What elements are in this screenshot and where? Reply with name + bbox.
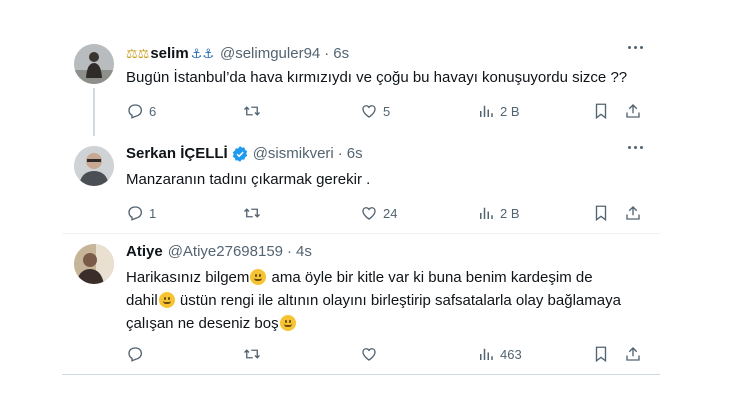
views-count: 463 xyxy=(500,346,522,362)
timestamp[interactable]: 4s xyxy=(296,242,312,262)
views-button[interactable]: 463 xyxy=(477,344,522,364)
smiley-emoji xyxy=(250,269,267,285)
timestamp[interactable]: 6s xyxy=(333,44,349,64)
text-segment: çalışan ne deseniz boş xyxy=(126,315,279,332)
bookmark-icon xyxy=(595,103,607,120)
repost-button[interactable] xyxy=(243,344,266,364)
tweet-atiye[interactable]: Atiye @Atiye27698159 · 4s Harikasınız bi… xyxy=(62,234,660,374)
thread-connector xyxy=(93,88,95,136)
action-bar: 6 5 2 B xyxy=(126,101,646,121)
text-segment: ama öyle bir kitle var ki buna benim kar… xyxy=(267,269,593,286)
repost-icon xyxy=(244,208,260,218)
reply-button[interactable] xyxy=(126,344,149,364)
views-icon xyxy=(480,207,493,219)
share-button[interactable] xyxy=(624,101,642,121)
action-bar: 1 24 2 B xyxy=(126,203,646,223)
views-count: 2 B xyxy=(500,205,520,221)
grinning-emoji xyxy=(158,292,175,308)
reply-icon xyxy=(128,206,143,221)
repost-icon xyxy=(244,349,260,359)
tweet-text-line: Harikasınız bilgem ama öyle bir kitle va… xyxy=(126,266,621,289)
bookmark-button[interactable] xyxy=(592,101,610,121)
stage: ⚖⚖ selim ⚓⚓ @selimguler94 · 6s Bugün İst… xyxy=(0,0,730,420)
like-button[interactable] xyxy=(360,344,383,364)
like-button[interactable]: 5 xyxy=(360,101,390,121)
views-button[interactable]: 2 B xyxy=(477,101,520,121)
tweet-header: Serkan İÇELLİ @sismikveri · 6s xyxy=(126,144,363,164)
anchor-emoji: ⚓⚓ xyxy=(190,46,214,61)
share-icon xyxy=(626,206,640,220)
display-name[interactable]: Serkan İÇELLİ xyxy=(126,144,228,164)
more-icon[interactable] xyxy=(628,46,646,52)
smirk-emoji xyxy=(279,315,296,331)
share-button[interactable] xyxy=(624,344,642,364)
reply-icon xyxy=(128,347,143,362)
display-name[interactable]: Atiye xyxy=(126,242,163,262)
like-icon xyxy=(362,105,376,118)
tweet-header: ⚖⚖ selim ⚓⚓ @selimguler94 · 6s xyxy=(126,44,349,64)
repost-icon xyxy=(244,106,260,116)
text-segment: üstün rengi ile altının olayını birleşti… xyxy=(175,292,621,309)
avatar[interactable] xyxy=(74,146,114,186)
bookmark-button[interactable] xyxy=(592,344,610,364)
bookmark-icon xyxy=(595,205,607,222)
share-button[interactable] xyxy=(624,203,642,223)
display-name[interactable]: selim xyxy=(150,44,188,64)
separator-dot: · xyxy=(287,243,292,260)
share-icon xyxy=(626,347,640,361)
tweet-text: Harikasınız bilgem ama öyle bir kitle va… xyxy=(126,266,621,335)
reply-thread-panel: ⚖⚖ selim ⚓⚓ @selimguler94 · 6s Bugün İst… xyxy=(62,38,660,375)
more-icon[interactable] xyxy=(628,146,646,152)
reply-button[interactable]: 1 xyxy=(126,203,156,223)
tweet-serkan[interactable]: Serkan İÇELLİ @sismikveri · 6s Manzaranı… xyxy=(62,136,660,234)
tweet-text: Manzaranın tadını çıkarmak gerekir . xyxy=(126,171,371,188)
like-icon xyxy=(362,207,376,220)
like-count: 24 xyxy=(383,205,398,221)
timestamp[interactable]: 6s xyxy=(347,144,363,164)
avatar[interactable] xyxy=(74,44,114,84)
text-segment: Harikasınız bilgem xyxy=(126,269,250,286)
handle[interactable]: @selimguler94 xyxy=(220,44,320,64)
reply-button[interactable]: 6 xyxy=(126,101,156,121)
reply-icon xyxy=(128,104,143,119)
separator-dot: · xyxy=(324,45,330,62)
repost-button[interactable] xyxy=(243,203,266,223)
views-count: 2 B xyxy=(500,103,520,119)
avatar[interactable] xyxy=(74,244,114,284)
handle[interactable]: @Atiye27698159 xyxy=(168,242,283,262)
bookmark-button[interactable] xyxy=(592,203,610,223)
like-icon xyxy=(362,348,376,361)
separator-dot: · xyxy=(337,145,343,162)
like-button[interactable]: 24 xyxy=(360,203,397,223)
reply-count: 6 xyxy=(149,103,157,119)
like-count: 5 xyxy=(383,103,391,119)
views-icon xyxy=(480,348,493,360)
share-icon xyxy=(626,104,640,118)
reply-count: 1 xyxy=(149,205,157,221)
balance-scale-emoji: ⚖⚖ xyxy=(126,46,150,61)
views-icon xyxy=(480,105,493,117)
tweet-text-line: çalışan ne deseniz boş xyxy=(126,312,621,335)
views-button[interactable]: 2 B xyxy=(477,203,520,223)
bookmark-icon xyxy=(595,346,607,363)
text-segment: dahil xyxy=(126,292,158,309)
tweet-header: Atiye @Atiye27698159 · 4s xyxy=(126,242,312,262)
tweet-text: Bugün İstanbul’da hava kırmızıydı ve çoğ… xyxy=(126,69,628,86)
tweet-text-line: dahil üstün rengi ile altının olayını bi… xyxy=(126,289,621,312)
verified-badge-icon xyxy=(232,146,247,162)
repost-button[interactable] xyxy=(243,101,266,121)
handle[interactable]: @sismikveri xyxy=(253,144,334,164)
action-bar: 463 xyxy=(126,344,646,364)
tweet-selim[interactable]: ⚖⚖ selim ⚓⚓ @selimguler94 · 6s Bugün İst… xyxy=(62,38,660,136)
